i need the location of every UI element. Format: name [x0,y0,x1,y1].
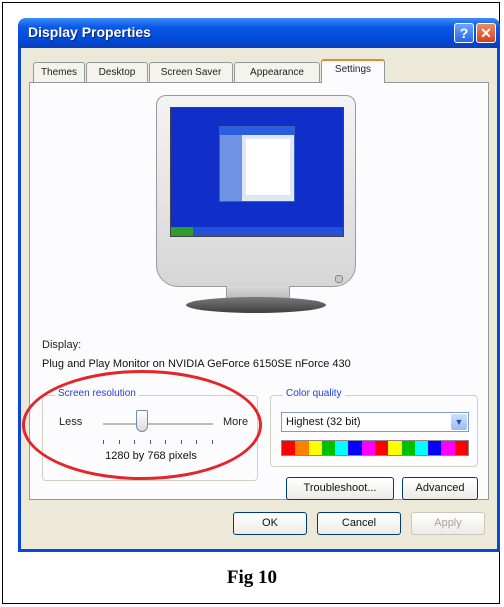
display-label: Display: [42,339,82,351]
tab-themes[interactable]: Themes [33,62,85,82]
resolution-slider-ticks [103,440,213,444]
color-swatch [441,441,455,455]
less-label: Less [59,416,83,428]
tab-appearance[interactable]: Appearance [234,62,320,82]
color-quality-group: Color quality Highest (32 bit) ▼ [270,388,478,467]
window-title: Display Properties [28,24,151,40]
monitor-base [186,297,326,313]
screen-resolution-group: Screen resolution Less More 1280 by 768 … [42,388,258,481]
dialog-body: Themes Desktop Screen Saver Appearance S… [21,48,497,549]
color-swatch [321,441,336,455]
slider-tick [196,440,198,444]
color-swatch [282,441,296,455]
monitor-power-led [335,275,343,283]
resolution-value: 1280 by 768 pixels [105,450,197,462]
advanced-button[interactable]: Advanced [402,477,478,500]
resolution-slider-track[interactable] [103,423,213,426]
slider-tick [180,440,182,444]
display-device: Plug and Play Monitor on NVIDIA GeForce … [42,358,351,370]
tab-screen-saver[interactable]: Screen Saver [149,62,233,82]
title-bar[interactable]: Display Properties ? ✕ [18,18,500,48]
slider-tick [134,440,136,444]
color-swatch [428,441,442,455]
figure-caption: Fig 10 [226,567,278,588]
color-swatch [414,441,429,455]
display-properties-window: Display Properties ? ✕ Themes Desktop Sc… [18,18,500,552]
color-swatch [454,441,468,455]
color-spectrum-bar [281,440,469,456]
help-button[interactable]: ? [454,23,474,43]
more-label: More [223,416,249,428]
close-icon: ✕ [480,25,492,41]
color-quality-value: Highest (32 bit) [286,416,361,428]
color-swatch [348,441,362,455]
slider-tick [103,440,104,444]
chevron-down-icon[interactable]: ▼ [451,414,467,430]
preview-taskbar [171,227,343,236]
preview-window [219,126,295,202]
close-button[interactable]: ✕ [476,23,496,43]
color-swatch [295,441,309,455]
troubleshoot-button[interactable]: Troubleshoot... [286,477,394,500]
settings-panel: Display: Plug and Play Monitor on NVIDIA… [29,82,489,500]
apply-button[interactable]: Apply [411,512,485,535]
resolution-slider-thumb[interactable] [135,410,148,432]
screen-resolution-label: Screen resolution [55,388,139,399]
color-swatch [361,441,375,455]
cancel-button[interactable]: Cancel [317,512,401,535]
help-icon: ? [459,25,469,41]
monitor-screen [170,107,344,237]
slider-tick [212,440,213,444]
ok-button[interactable]: OK [233,512,307,535]
color-swatch [374,441,389,455]
color-swatch [335,441,349,455]
color-swatch [308,441,322,455]
slider-tick [165,440,167,444]
color-swatch [388,441,402,455]
color-swatch [401,441,415,455]
slider-tick [149,440,151,444]
tab-settings[interactable]: Settings [321,59,385,83]
tab-desktop[interactable]: Desktop [86,62,148,82]
slider-tick [118,440,120,444]
color-quality-label: Color quality [283,388,345,399]
color-quality-select[interactable]: Highest (32 bit) ▼ [281,412,469,432]
